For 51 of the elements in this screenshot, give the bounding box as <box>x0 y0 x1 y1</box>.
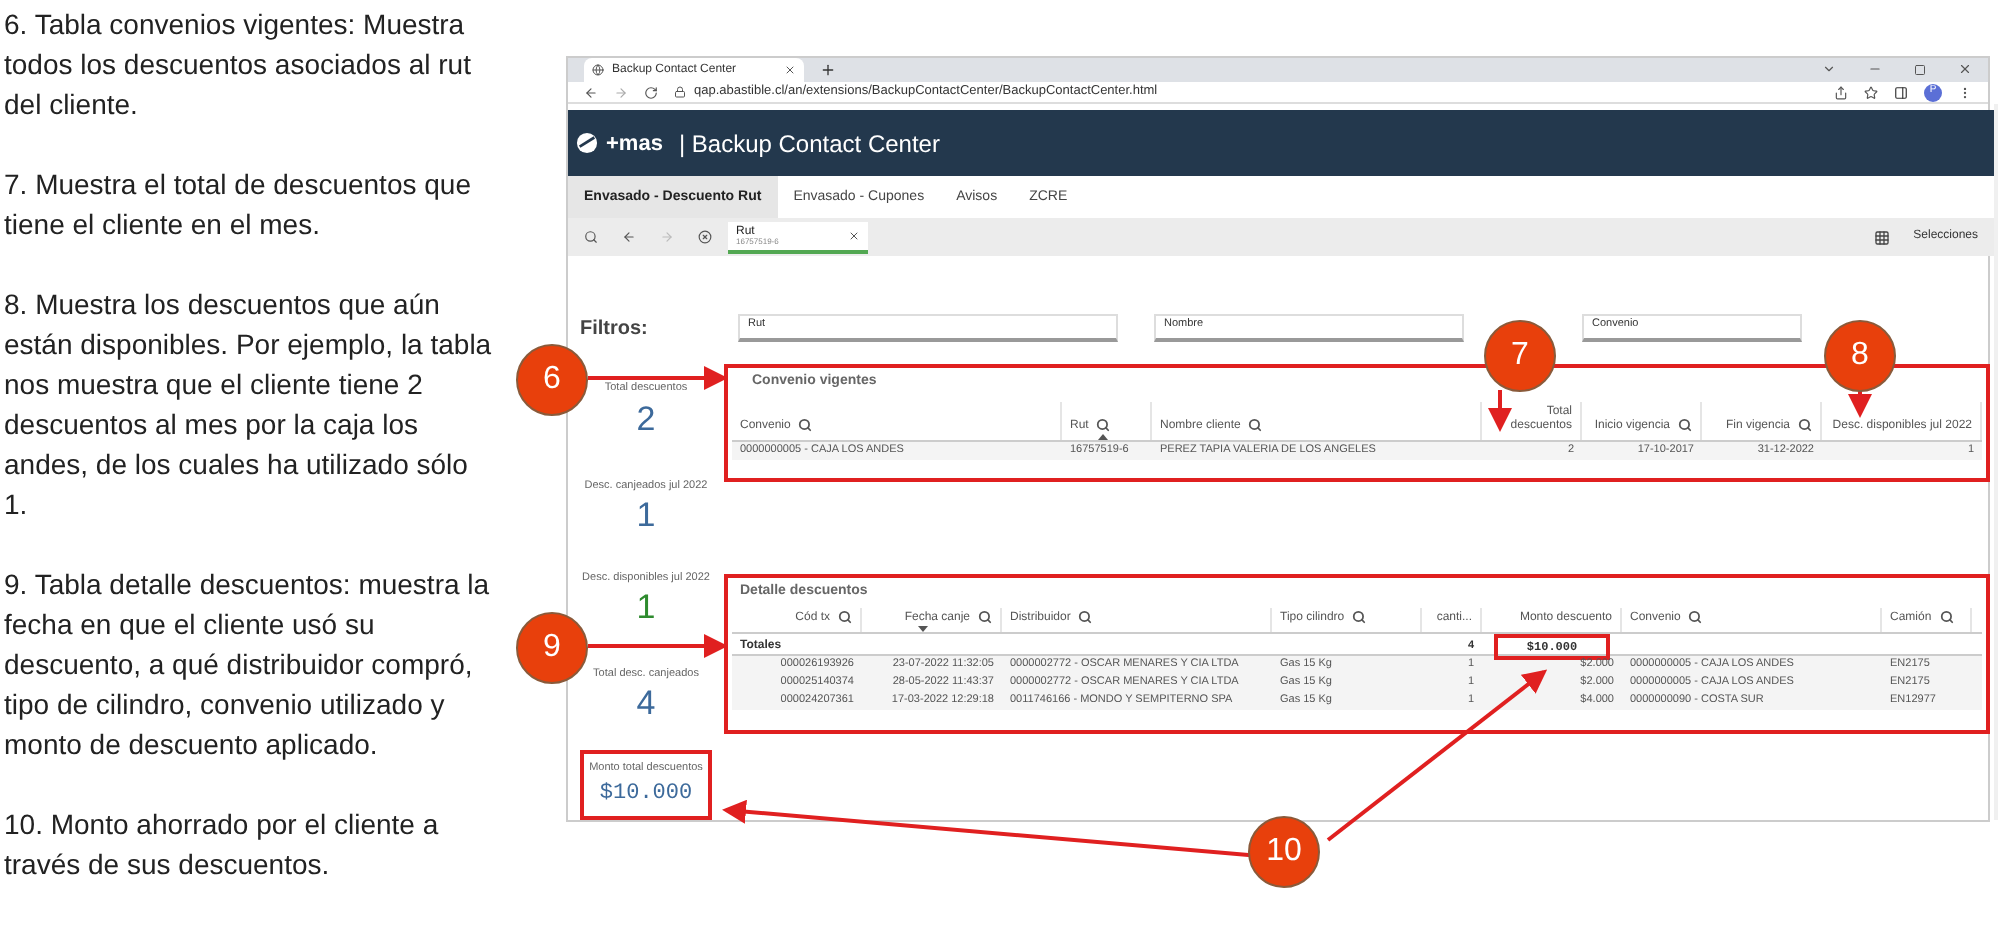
logo-icon <box>576 132 598 155</box>
step-back-icon[interactable] <box>622 230 636 245</box>
search-icon[interactable] <box>1352 609 1367 624</box>
callout-badge: 9 <box>516 612 588 684</box>
kpi-value: 4 <box>636 682 656 727</box>
note-paragraph: 10. Monto ahorrado por el cliente a través de sus descuentos. <box>4 806 441 884</box>
new-tab-icon[interactable] <box>820 62 836 78</box>
search-icon[interactable] <box>1798 417 1812 432</box>
close-icon[interactable] <box>784 64 796 76</box>
side-panel-icon[interactable] <box>1894 85 1908 100</box>
search-icon[interactable] <box>584 230 598 245</box>
globe-icon <box>592 64 604 76</box>
back-icon[interactable] <box>584 85 598 100</box>
kpi-value: $10.000 <box>599 779 693 809</box>
star-icon[interactable] <box>1864 85 1878 100</box>
annotation-arrow <box>1488 390 1512 432</box>
note-paragraph: 7. Muestra el total de descuentos que tiene el cliente en el mes. <box>4 166 473 244</box>
kpi-value: 1 <box>636 586 656 630</box>
filters-label: Filtros: <box>578 315 650 344</box>
chevron-down-icon[interactable] <box>1822 62 1836 76</box>
reload-icon[interactable] <box>644 85 658 100</box>
note-paragraph: 8. Muestra los descuentos que aún están disponibles. Por ejemplo, la tabla nos muestra que el cliente tiene 2 descuentos al mes por la caja los andes, de los cuales ha utilizado sólo 1. <box>4 286 494 524</box>
search-icon[interactable] <box>978 609 992 624</box>
close-icon[interactable] <box>1958 62 1972 76</box>
search-icon[interactable] <box>1248 417 1263 432</box>
search-icon[interactable] <box>798 417 813 432</box>
grid-icon[interactable] <box>1873 229 1890 246</box>
search-icon[interactable] <box>1688 609 1703 624</box>
clear-icon[interactable] <box>698 230 712 245</box>
note-paragraph: 9. Tabla detalle descuentos: muestra la fecha en que el cliente usó su descuento, a qué distribuidor compró, tipo de cilindro, convenio utilizado y monto de descuento aplicado. <box>4 566 492 764</box>
lock-icon <box>674 86 686 99</box>
callout-badge: 7 <box>1484 320 1556 392</box>
search-icon[interactable] <box>838 609 852 624</box>
maximize-icon[interactable] <box>1914 64 1926 76</box>
note-paragraph: 6. Tabla convenios vigentes: Muestra todos los descuentos asociados al rut del cliente. <box>4 6 473 124</box>
kpi-value: 2 <box>636 397 656 441</box>
callout-badge: 10 <box>1248 816 1320 888</box>
search-icon[interactable] <box>1096 417 1111 432</box>
app-title: | Backup Contact Center <box>678 127 940 162</box>
logo-text: +mas <box>606 129 663 159</box>
close-icon[interactable] <box>848 229 860 242</box>
sort-down-icon[interactable] <box>917 625 928 632</box>
kpi-value: 1 <box>636 493 656 538</box>
search-icon[interactable] <box>1078 609 1093 624</box>
annotation-arrow <box>1848 390 1872 418</box>
callout-badge: 6 <box>516 344 588 416</box>
menu-icon[interactable] <box>1958 85 1972 100</box>
search-icon[interactable] <box>1939 609 1954 624</box>
callout-badge: 8 <box>1824 320 1896 392</box>
search-icon[interactable] <box>1678 417 1692 432</box>
share-icon[interactable] <box>1834 85 1848 100</box>
